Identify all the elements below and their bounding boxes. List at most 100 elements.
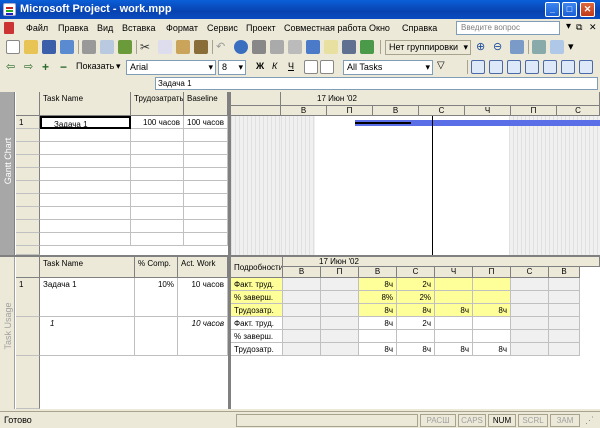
format-painter-icon[interactable] [194,40,208,54]
view-more-icon[interactable] [579,60,593,74]
row-number[interactable] [16,129,40,142]
row-number[interactable] [16,155,40,168]
col-task-name[interactable]: Task Name [40,257,135,278]
select-all-corner[interactable] [16,92,40,116]
usage-cell[interactable] [283,330,321,343]
usage-cell[interactable] [283,343,321,356]
print-preview-icon[interactable] [100,40,114,54]
usage-cell[interactable] [321,330,359,343]
new-icon[interactable] [6,40,20,54]
autofilter-icon[interactable]: ▽ [437,60,451,74]
usage-cell[interactable]: 8ч [397,304,435,317]
usage-cell[interactable]: 8ч [359,278,397,291]
usage-cell[interactable] [321,278,359,291]
resize-grip-icon[interactable]: ⋰ [585,415,594,426]
menu-edit[interactable]: Правка [58,23,88,33]
link-tasks-icon[interactable] [252,40,266,54]
empty-cell[interactable] [40,220,131,233]
empty-cell[interactable] [131,207,184,220]
underline-button[interactable]: Ч [288,61,294,71]
baseline-cell[interactable]: 100 часов [184,116,228,129]
row-number[interactable] [16,246,40,255]
work-cell[interactable]: 100 часов [131,116,184,129]
align-center-icon[interactable] [320,60,334,74]
minimize-button[interactable]: _ [545,2,560,17]
empty-cell[interactable] [40,181,131,194]
details-header[interactable]: Подробности [231,257,283,278]
usage-cell[interactable] [549,343,580,356]
usage-cell[interactable] [473,291,511,304]
empty-cell[interactable] [131,168,184,181]
usage-cell[interactable] [511,317,549,330]
empty-cell[interactable] [184,129,228,142]
maximize-button[interactable]: □ [562,2,577,17]
usage-cell[interactable] [511,304,549,317]
empty-cell[interactable] [40,233,131,246]
select-all-corner[interactable] [16,257,40,278]
usage-cell[interactable]: 2ч [397,317,435,330]
usage-cell[interactable]: 2% [397,291,435,304]
hyperlink-icon[interactable] [234,40,248,54]
empty-cell[interactable] [131,220,184,233]
empty-cell[interactable] [40,142,131,155]
usage-cell[interactable] [435,330,473,343]
toolbar-options-icon[interactable]: ▾ [568,40,582,54]
menu-insert[interactable]: Вставка [122,23,155,33]
usage-cell[interactable] [549,278,580,291]
paste-icon[interactable] [176,40,190,54]
task-info-icon[interactable] [306,40,320,54]
row-number[interactable] [16,181,40,194]
menu-view[interactable]: Вид [97,23,113,33]
print-icon[interactable] [82,40,96,54]
empty-cell[interactable] [184,168,228,181]
usage-cell[interactable] [511,291,549,304]
view-resource-icon[interactable] [507,60,521,74]
usage-cell[interactable]: 8ч [435,343,473,356]
empty-cell[interactable] [40,155,131,168]
usage-cell[interactable] [473,278,511,291]
empty-cell[interactable] [131,155,184,168]
col-baseline[interactable]: Baseline [184,92,228,116]
font-dropdown[interactable]: Arial [126,60,216,75]
menu-format[interactable]: Формат [166,23,198,33]
view-bar[interactable]: Task Usage [0,257,15,409]
arrow-right-icon[interactable]: ⇨ [24,60,38,74]
usage-cell[interactable] [511,330,549,343]
italic-button[interactable]: К [272,61,277,71]
usage-cell[interactable]: 8% [359,291,397,304]
view-bar[interactable]: Gantt Chart [0,92,15,255]
row-number[interactable]: 1 [16,278,40,317]
usage-cell[interactable] [283,304,321,317]
usage-cell[interactable] [283,317,321,330]
save-icon[interactable] [42,40,56,54]
assignment-name-cell[interactable]: 1 [40,317,135,356]
doc-collapse-icon[interactable]: ▾ [566,21,571,32]
usage-cell[interactable]: 2ч [397,278,435,291]
usage-cell[interactable] [435,291,473,304]
copy-picture-icon[interactable] [532,40,546,54]
unlink-tasks-icon[interactable] [270,40,284,54]
row-number[interactable] [16,194,40,207]
assign-resources-icon[interactable] [342,40,356,54]
empty-cell[interactable] [131,194,184,207]
row-number[interactable] [16,356,40,409]
usage-cell[interactable] [283,278,321,291]
arrow-left-icon[interactable]: ⇦ [6,60,20,74]
usage-cell[interactable]: 8ч [359,317,397,330]
usage-cell[interactable]: 8ч [397,343,435,356]
usage-cell[interactable] [397,330,435,343]
open-icon[interactable] [24,40,38,54]
publish-icon[interactable] [360,40,374,54]
doc-restore-icon[interactable]: ⧉ [576,22,582,33]
usage-cell[interactable] [549,317,580,330]
usage-cell[interactable]: 8ч [359,304,397,317]
menu-collaborate[interactable]: Совместная работа [284,23,366,33]
usage-cell[interactable] [473,330,511,343]
empty-cell[interactable] [184,220,228,233]
zoom-in-icon[interactable]: ⊕ [476,40,490,54]
row-number[interactable] [16,207,40,220]
empty-cell[interactable] [184,181,228,194]
menu-project[interactable]: Проект [246,23,276,33]
actual-work-cell[interactable]: 10 часов [178,278,228,317]
empty-cell[interactable] [40,168,131,181]
